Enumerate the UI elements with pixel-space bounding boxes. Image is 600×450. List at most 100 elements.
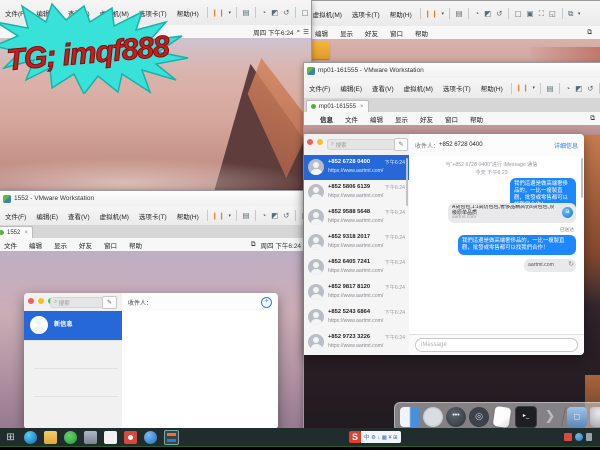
library-panel-icon[interactable]: ◱ (546, 9, 558, 18)
snapshot-icon[interactable]: ◔ (472, 9, 482, 18)
conversation-item[interactable]: +852 6405 7241 下午6:24 https://www.aartmt… (304, 255, 409, 281)
menu-tabs[interactable]: 选项卡(T) (438, 83, 476, 93)
menu-edit[interactable]: 编辑(E) (335, 83, 367, 93)
pause-dropdown-icon[interactable]: ▾ (226, 213, 233, 219)
grab-input-icon[interactable]: ▤ (240, 8, 252, 17)
pause-dropdown-icon[interactable]: ▾ (439, 11, 446, 17)
snapshot-revert-icon[interactable]: ↺ (494, 9, 505, 18)
pause-icon[interactable]: ❙❙ (211, 212, 227, 220)
trash-icon[interactable] (590, 407, 600, 427)
tray-gray-icon[interactable] (586, 433, 592, 441)
snapshot-camera-icon[interactable]: ◩ (269, 211, 281, 220)
to-value[interactable]: +852 6728 0400 (439, 142, 483, 148)
disk-image-icon[interactable]: ◻ (567, 407, 587, 427)
mac-menu-help[interactable]: 帮助 (409, 28, 434, 38)
green-app-icon[interactable] (64, 431, 77, 444)
chat-scrollbar[interactable] (581, 158, 583, 198)
tray-red-icon[interactable] (564, 433, 572, 441)
grab-input-icon[interactable]: ▤ (544, 84, 556, 93)
tray-blue-icon[interactable] (575, 433, 583, 441)
blue-app-icon[interactable] (144, 431, 157, 444)
conversation-item[interactable]: +852 5806 6139 下午6:24 https://www.aartmt… (304, 180, 409, 206)
sogou-logo-icon[interactable]: S (349, 431, 361, 443)
snapshot-camera-icon[interactable]: ◩ (269, 8, 281, 17)
conversation-item[interactable]: +852 9817 8120 下午6:24 https://www.aartmt… (304, 280, 409, 306)
fit-guest-icon[interactable]: ⧉ (566, 9, 576, 19)
mac-menu-edit[interactable]: 编辑 (309, 28, 334, 38)
snapshot-revert-icon[interactable]: ↺ (281, 211, 292, 220)
desktop-folder-icon[interactable] (311, 41, 330, 59)
gray-app-icon[interactable] (84, 431, 97, 444)
console-view-icon[interactable]: ▢ (512, 9, 524, 18)
snapshot-revert-icon[interactable]: ↺ (585, 84, 596, 93)
mac-menu-view[interactable]: 显示 (334, 28, 359, 38)
mac-menu-edit[interactable]: 编辑 (23, 240, 48, 250)
snapshot-icon[interactable]: ◔ (259, 8, 269, 17)
menu-vm[interactable]: 虚拟机(M) (95, 211, 134, 221)
mac-menu-view[interactable]: 显示 (48, 240, 73, 250)
close-button[interactable] (28, 298, 34, 304)
sogou-input-bar[interactable]: S 中 ⚙ ↓ ▦ ¥ ⊞ (349, 431, 401, 443)
menu-tabs[interactable]: 选项卡(T) (134, 211, 172, 221)
grab-input-icon[interactable]: ▤ (240, 211, 252, 220)
details-link[interactable]: 详细信息 (554, 141, 578, 150)
snapshot-icon[interactable]: ◔ (563, 84, 573, 93)
mac-menu-help[interactable]: 帮助 (464, 114, 489, 124)
menu-tabs[interactable]: 选项卡(T) (347, 9, 385, 19)
conversation-item-selected[interactable]: 新信息 (24, 311, 122, 341)
unity-view-icon[interactable]: ▣ (524, 9, 536, 18)
conversation-item[interactable]: +852 9723 3226 下午6:24 https://www.aartmt… (304, 330, 409, 355)
menu-view[interactable]: 查看(V) (367, 83, 399, 93)
mac-menu-buddies[interactable]: 好友 (359, 28, 384, 38)
apple-app-icon[interactable] (104, 431, 117, 444)
pause-dropdown-icon[interactable]: ▾ (530, 85, 537, 91)
launchpad-icon[interactable] (423, 407, 443, 427)
menu-file[interactable]: 文件(F) (304, 83, 335, 93)
red-app-icon[interactable] (124, 431, 137, 444)
message-input[interactable]: iMessage (415, 338, 578, 352)
pause-icon[interactable]: ❙❙ (515, 84, 531, 92)
conversation-item[interactable]: +852 6728 0400 下午6:24 https://www.aartmt… (304, 155, 409, 181)
terminal-icon[interactable]: ▸_ (515, 406, 537, 428)
search-input[interactable]: ⌕ 搜索 (50, 297, 104, 308)
sidebar-scrollbar[interactable] (406, 158, 408, 206)
mac-menu-file[interactable]: 文件 (0, 240, 23, 250)
screen-share-icon[interactable]: ⧉ (251, 241, 261, 249)
edge-browser-icon[interactable] (24, 431, 37, 444)
tab-close-icon[interactable]: × (360, 104, 364, 110)
finder-icon[interactable] (400, 407, 420, 427)
fit-dropdown-icon[interactable]: ▾ (576, 11, 583, 17)
menu-help[interactable]: 帮助(H) (385, 9, 417, 19)
snapshot-icon[interactable]: ◔ (259, 211, 269, 220)
notes-icon[interactable] (493, 406, 512, 428)
mac-menu-app[interactable]: 信息 (314, 114, 339, 124)
compose-button[interactable]: ✎ (102, 296, 117, 309)
compose-button[interactable]: ✎ (394, 138, 408, 151)
spotlight-search-icon[interactable]: ⌕ (294, 28, 304, 36)
window-titlebar[interactable]: mp01-161555 - VMware Workstation (304, 63, 600, 78)
close-button[interactable] (307, 139, 313, 145)
menu-view[interactable]: 查看(V) (63, 211, 95, 221)
menu-vm[interactable]: 虚拟机(M) (308, 9, 347, 19)
screen-share-icon[interactable]: ⧉ (590, 115, 595, 123)
fullscreen-icon[interactable]: ⛶ (536, 9, 546, 19)
menu-file[interactable]: 文件(F) (0, 211, 31, 221)
menu-help[interactable]: 帮助(H) (172, 211, 204, 221)
pause-icon[interactable]: ❙❙ (424, 10, 440, 18)
downloads-stack-icon[interactable]: ❯ (540, 407, 560, 427)
mac-menu-buddies[interactable]: 好友 (73, 240, 98, 250)
mac-menu-file[interactable]: 文件 (339, 114, 364, 124)
conversation-item[interactable]: +852 9318 2017 下午6:24 https://www.aartmt… (304, 230, 409, 256)
snapshot-camera-icon[interactable]: ◩ (573, 84, 585, 93)
vm-tab[interactable]: 1552 × (0, 226, 33, 238)
search-input[interactable]: ⌕ 搜索 (327, 139, 397, 150)
settings-icon[interactable]: ◎ (469, 407, 489, 427)
pending-link-bubble[interactable]: aartmt.com ↻ (524, 259, 576, 272)
console-view-icon[interactable]: ▢ (299, 8, 311, 17)
sogou-toolbar[interactable]: 中 ⚙ ↓ ▦ ¥ ⊞ (361, 431, 401, 443)
mac-menu-buddies[interactable]: 好友 (414, 114, 439, 124)
mac-menu-window[interactable]: 窗口 (384, 28, 409, 38)
menu-vm[interactable]: 虚拟机(M) (399, 83, 438, 93)
vmware-workstation-taskbar-icon[interactable] (164, 430, 179, 445)
mac-menu-window[interactable]: 窗口 (439, 114, 464, 124)
